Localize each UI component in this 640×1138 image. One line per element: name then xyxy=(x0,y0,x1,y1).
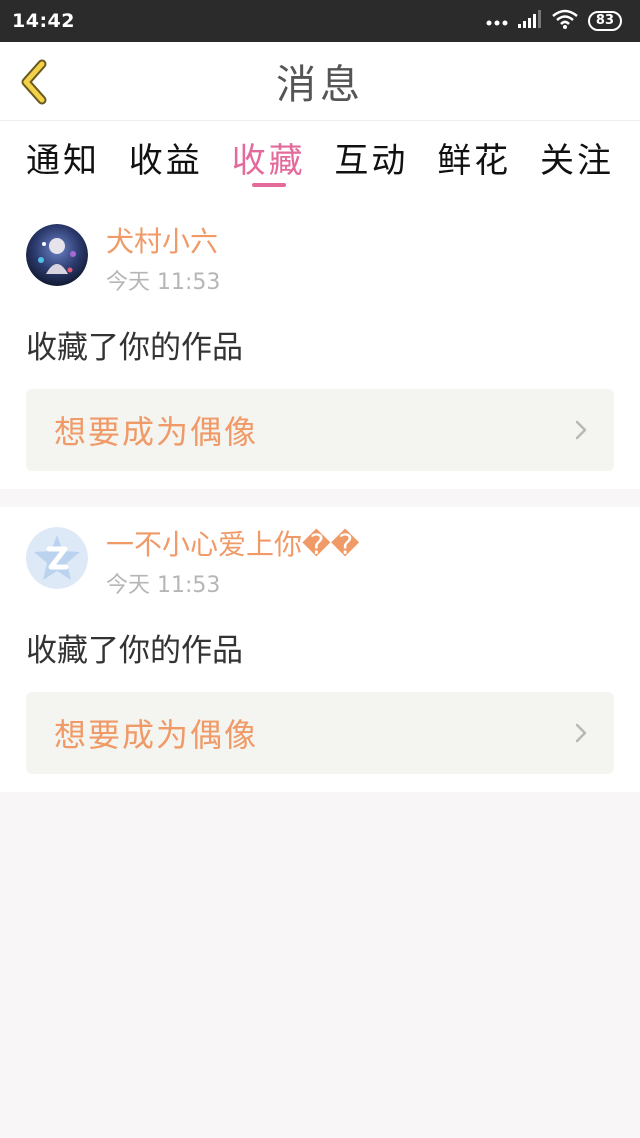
header: 消息 xyxy=(0,42,640,120)
avatar[interactable] xyxy=(26,224,88,286)
chevron-right-icon xyxy=(575,723,587,743)
work-title: 想要成为偶像 xyxy=(54,413,259,451)
username[interactable]: 一不小心爱上你�� xyxy=(106,527,359,563)
message-card: 一不小心爱上你�� 今天 11:53 收藏了你的作品 想要成为偶像 xyxy=(0,507,640,792)
tab-label: 通知 xyxy=(26,141,100,181)
status-icons: 83 xyxy=(486,9,622,33)
tab-bar: 通知 收益 收藏 互动 鲜花 关注 xyxy=(0,120,640,204)
user-row: 一不小心爱上你�� 今天 11:53 xyxy=(26,527,614,599)
tab-interactions[interactable]: 互动 xyxy=(334,121,408,182)
default-avatar-icon xyxy=(26,527,88,589)
work-link[interactable]: 想要成为偶像 xyxy=(26,692,614,774)
status-time: 14:42 xyxy=(12,10,75,32)
signal-icon xyxy=(517,10,542,32)
tab-label: 关注 xyxy=(539,141,614,181)
user-row: 犬村小六 今天 11:53 xyxy=(26,224,614,296)
work-link[interactable]: 想要成为偶像 xyxy=(26,389,614,471)
user-info: 犬村小六 今天 11:53 xyxy=(106,224,220,296)
action-text: 收藏了你的作品 xyxy=(26,330,243,366)
tab-label: 互动 xyxy=(334,141,409,181)
tab-follows[interactable]: 关注 xyxy=(540,121,614,182)
battery-indicator: 83 xyxy=(587,11,622,31)
active-tab-indicator xyxy=(251,183,286,187)
chevron-right-icon xyxy=(575,420,587,440)
timestamp: 今天 11:53 xyxy=(106,270,221,295)
avatar[interactable] xyxy=(26,527,88,589)
tab-earnings[interactable]: 收益 xyxy=(129,121,203,182)
tab-favorites[interactable]: 收藏 xyxy=(231,121,306,187)
wifi-icon xyxy=(552,9,578,33)
tab-label: 鲜花 xyxy=(437,141,512,181)
username[interactable]: 犬村小六 xyxy=(106,224,220,260)
tab-flowers[interactable]: 鲜花 xyxy=(437,121,511,182)
chevron-left-icon xyxy=(21,59,47,105)
work-title: 想要成为偶像 xyxy=(54,716,259,754)
message-card: 犬村小六 今天 11:53 收藏了你的作品 想要成为偶像 xyxy=(0,204,640,489)
more-dots-icon xyxy=(486,12,508,31)
tab-label: 收益 xyxy=(128,141,203,181)
tab-notifications[interactable]: 通知 xyxy=(26,121,100,182)
status-bar: 14:42 83 xyxy=(0,0,640,42)
user-info: 一不小心爱上你�� 今天 11:53 xyxy=(106,527,359,599)
timestamp: 今天 11:53 xyxy=(106,573,221,598)
action-text: 收藏了你的作品 xyxy=(26,633,243,669)
back-button[interactable] xyxy=(14,54,58,110)
page-title: 消息 xyxy=(276,62,364,108)
tab-label: 收藏 xyxy=(231,141,306,181)
